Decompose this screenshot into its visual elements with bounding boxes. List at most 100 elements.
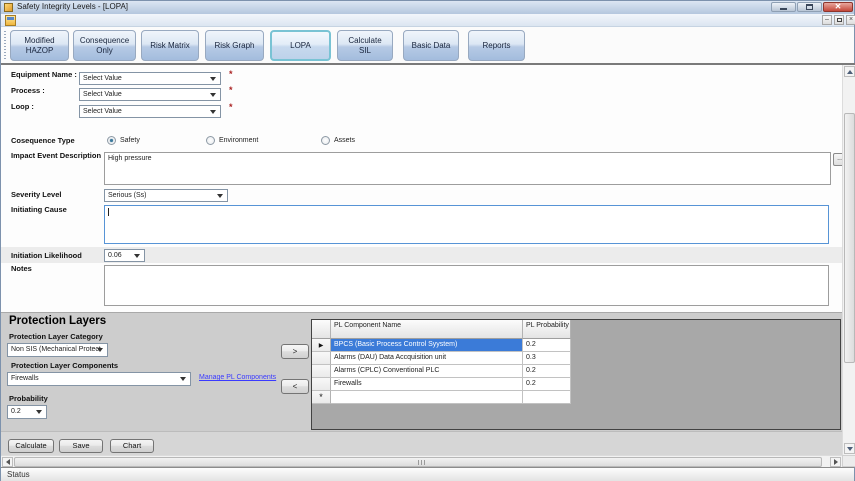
lopa-form: Equipment Name : Select Value * Process … (1, 65, 855, 467)
app-icon (4, 3, 13, 12)
column-header-pl-probability[interactable]: PL Probability (523, 320, 571, 339)
pl-category-select[interactable]: Non SIS (Mechanical Protect (7, 343, 108, 357)
notes-label: Notes (11, 264, 32, 273)
vertical-scrollbar[interactable] (842, 65, 855, 455)
module-toolbar: Modified HAZOP Consequence Only Risk Mat… (1, 27, 854, 63)
radio-safety[interactable] (107, 136, 116, 145)
pl-components-grid: PL Component Name PL Probability ▶ BPCS … (311, 319, 841, 430)
chevron-down-icon (36, 410, 42, 414)
notes-input[interactable] (104, 265, 829, 306)
horizontal-scrollbar[interactable] (1, 455, 842, 467)
equipment-name-select[interactable]: Select Value (79, 72, 221, 85)
window-title: Safety Integrity Levels - [LOPA] (17, 2, 129, 11)
probability-label: Probability (9, 394, 48, 403)
status-text: Status (7, 470, 30, 479)
arrow-up-icon (846, 69, 853, 74)
cell-component-name[interactable]: Firewalls (331, 378, 523, 391)
toolstrip-grip-icon[interactable] (4, 31, 6, 59)
calculate-button[interactable]: Calculate (8, 439, 54, 453)
manage-pl-components-link[interactable]: Manage PL Components (199, 374, 276, 381)
add-component-button[interactable]: > (281, 344, 309, 359)
tab-risk-matrix[interactable]: Risk Matrix (141, 30, 199, 61)
title-bar: Safety Integrity Levels - [LOPA] ✕ (1, 1, 854, 14)
maximize-icon (806, 4, 813, 10)
protection-layers-heading: Protection Layers (9, 315, 107, 327)
severity-level-select[interactable]: Serious (Ss) (104, 189, 228, 202)
close-button[interactable]: ✕ (823, 2, 853, 12)
horizontal-scroll-thumb[interactable] (14, 457, 822, 467)
radio-environment-label: Environment (219, 137, 259, 144)
mdi-child-icon (5, 15, 16, 26)
initiation-likelihood-label: Initiation Likelihood (11, 251, 82, 260)
loop-select[interactable]: Select Value (79, 105, 221, 118)
tab-lopa[interactable]: LOPA (270, 30, 331, 61)
severity-level-label: Severity Level (11, 190, 62, 199)
cell-component-name[interactable]: Alarms (CPLC) Conventional PLC (331, 365, 523, 378)
save-button[interactable]: Save (59, 439, 103, 453)
loop-label: Loop : (11, 102, 34, 111)
pl-components-select[interactable]: Firewalls (7, 372, 191, 386)
remove-component-button[interactable]: < (281, 379, 309, 394)
chevron-down-icon (180, 377, 186, 381)
new-row-marker-icon: * (312, 391, 331, 404)
radio-assets[interactable] (321, 136, 330, 145)
cell-component-name[interactable]: BPCS (Basic Process Control Syystem) (331, 339, 523, 352)
probability-select[interactable]: 0.2 (7, 405, 47, 419)
table-row: Firewalls 0.2 (312, 378, 840, 391)
scroll-down-button[interactable] (844, 443, 855, 454)
arrow-down-icon (846, 446, 853, 451)
status-bar: Status (1, 467, 854, 481)
cell-component-name[interactable]: Alarms (DAU) Data Accquisition unit (331, 352, 523, 365)
mdi-minimize-button[interactable]: – (822, 15, 832, 25)
restore-icon (836, 18, 842, 22)
minimize-icon (780, 8, 787, 10)
initiation-likelihood-select[interactable]: 0.06 (104, 249, 145, 262)
chevron-down-icon (217, 194, 223, 198)
radio-environment[interactable] (206, 136, 215, 145)
cell-probability[interactable]: 0.3 (523, 352, 571, 365)
required-marker: * (229, 69, 233, 79)
scroll-up-button[interactable] (844, 66, 855, 77)
impact-event-description-input[interactable]: High pressure (104, 152, 831, 185)
tab-reports[interactable]: Reports (468, 30, 525, 61)
column-header-pl-component-name[interactable]: PL Component Name (331, 320, 523, 339)
chart-button[interactable]: Chart (110, 439, 154, 453)
process-label: Process : (11, 86, 45, 95)
scroll-right-button[interactable] (830, 457, 841, 467)
mdi-restore-button[interactable] (834, 15, 844, 25)
app-window: Safety Integrity Levels - [LOPA] ✕ – × M… (0, 0, 855, 481)
required-marker: * (229, 85, 233, 95)
required-marker: * (229, 102, 233, 112)
vertical-scroll-thumb[interactable] (844, 113, 855, 363)
menu-strip: – × (1, 14, 855, 27)
cell-probability[interactable]: 0.2 (523, 378, 571, 391)
equipment-name-label: Equipment Name : (11, 70, 77, 79)
chevron-down-icon (210, 110, 216, 114)
impact-event-description-label: Impact Event Description (11, 151, 102, 160)
tab-modified-hazop[interactable]: Modified HAZOP (10, 30, 69, 61)
arrow-right-icon (833, 459, 838, 465)
chevron-down-icon (134, 254, 140, 258)
process-select[interactable]: Select Value (79, 88, 221, 101)
minimize-button[interactable] (771, 2, 796, 12)
scroll-left-button[interactable] (2, 457, 13, 467)
text-caret (108, 208, 109, 216)
cell-probability[interactable] (523, 391, 571, 404)
cell-component-name[interactable] (331, 391, 523, 404)
maximize-button[interactable] (797, 2, 822, 12)
mdi-close-button[interactable]: × (846, 15, 855, 25)
protection-layers-panel: Protection Layers Protection Layer Categ… (1, 312, 842, 431)
consequence-type-label: Cosequence Type (11, 136, 75, 145)
tab-risk-graph[interactable]: Risk Graph (205, 30, 264, 61)
tab-basic-data[interactable]: Basic Data (403, 30, 459, 61)
initiating-cause-label: Initiating Cause (11, 205, 67, 214)
cell-probability[interactable]: 0.2 (523, 365, 571, 378)
thumb-grip-icon (418, 460, 427, 465)
initiating-cause-input[interactable] (104, 205, 829, 244)
selected-row-marker-icon: ▶ (312, 339, 331, 352)
cell-probability[interactable]: 0.2 (523, 339, 571, 352)
table-row: Alarms (DAU) Data Accquisition unit 0.3 (312, 352, 840, 365)
tab-consequence-only[interactable]: Consequence Only (73, 30, 136, 61)
pl-components-label: Protection Layer Components (11, 361, 119, 370)
tab-calculate-sil[interactable]: Calculate SIL (337, 30, 393, 61)
